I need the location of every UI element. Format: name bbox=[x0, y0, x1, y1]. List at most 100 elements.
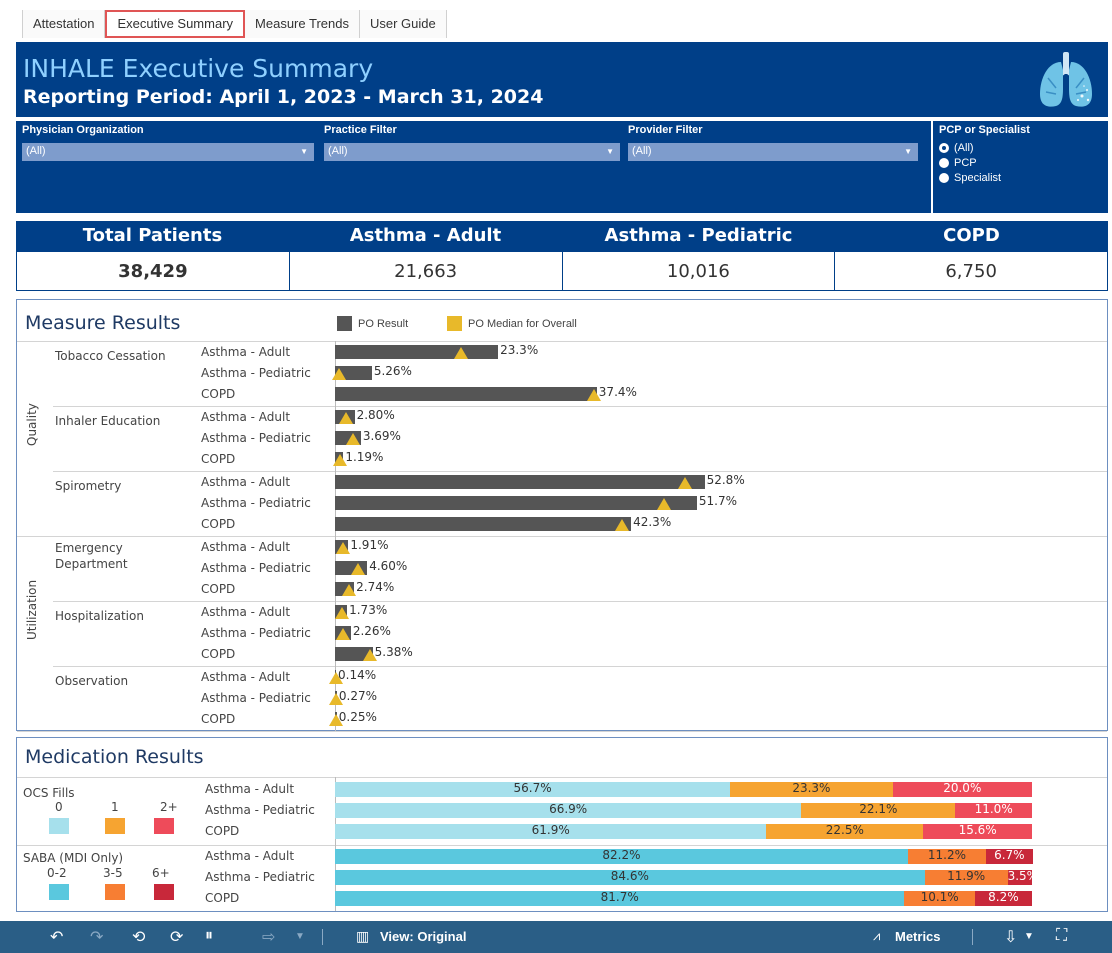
kpi-label-asthma-pediatric: Asthma - Pediatric bbox=[604, 225, 793, 246]
kpi-label-asthma-adult: Asthma - Adult bbox=[349, 225, 502, 246]
legend-label-result: PO Result bbox=[358, 317, 409, 330]
median-marker bbox=[336, 542, 351, 554]
submeasure-label: Spirometry bbox=[55, 479, 122, 493]
saba-segment-label: 3.5% bbox=[1007, 869, 1039, 883]
radio-all[interactable]: (All) bbox=[939, 142, 1099, 154]
legend-label-median: PO Median for Overall bbox=[468, 317, 577, 330]
revert-icon[interactable]: ⟲ bbox=[132, 927, 145, 947]
reporting-period: Reporting Period: April 1, 2023 - March … bbox=[23, 86, 544, 108]
undo-icon[interactable]: ↶ bbox=[50, 927, 63, 947]
provider-filter-dropdown[interactable]: (All) ▼ bbox=[628, 143, 918, 161]
lungs-icon bbox=[1040, 52, 1092, 107]
medication-results-panel: Medication Results OCS Fills 0 1 2+ SABA (MD… bbox=[16, 737, 1108, 912]
pcp-specialist-filter: PCP or Specialist (All) PCP Specialist bbox=[939, 124, 1099, 184]
ocs-segment-label: 22.1% bbox=[859, 802, 898, 816]
ocs-segment-label: 61.9% bbox=[531, 823, 570, 837]
ocs-segment-label: 22.5% bbox=[825, 823, 864, 837]
radio-specialist-label: Specialist bbox=[954, 172, 1002, 184]
saba-segment-label: 81.7% bbox=[600, 890, 639, 904]
row-label: Asthma - Pediatric bbox=[201, 626, 311, 640]
bar-value-label: 0.27% bbox=[338, 689, 377, 703]
radio-pcp[interactable]: PCP bbox=[939, 157, 1099, 169]
chevron-down-icon[interactable]: ▼ bbox=[295, 931, 305, 942]
kpi-header-row: Total Patients Asthma - Adult Asthma - P… bbox=[16, 221, 1108, 251]
kpi-value-total: 38,429 bbox=[17, 252, 290, 290]
metrics-button[interactable]: Metrics bbox=[895, 929, 941, 944]
median-marker bbox=[342, 584, 356, 596]
row-label: Asthma - Pediatric bbox=[201, 691, 311, 705]
ocs-segment-label: 23.3% bbox=[792, 781, 831, 795]
group-divider bbox=[53, 601, 1107, 602]
ocs-key-swatch bbox=[105, 818, 125, 834]
redo-icon[interactable]: ↷ bbox=[90, 927, 103, 947]
tab-user-guide[interactable]: User Guide bbox=[359, 10, 447, 38]
median-marker bbox=[678, 477, 692, 489]
legend-po-result: PO Result bbox=[337, 316, 408, 331]
row-label: Asthma - Pediatric bbox=[201, 366, 311, 380]
chevron-down-icon[interactable]: ▼ bbox=[1024, 931, 1034, 942]
pause-updates-icon[interactable]: ⏸ bbox=[205, 927, 213, 945]
row-label: COPD bbox=[201, 452, 236, 466]
filter-divider bbox=[931, 121, 933, 213]
ocs-fills-label: OCS Fills bbox=[23, 786, 75, 800]
ocs-segment-label: 66.9% bbox=[549, 802, 588, 816]
submeasure-label: Hospitalization bbox=[55, 609, 144, 623]
practice-filter-dropdown[interactable]: (All) ▼ bbox=[324, 143, 620, 161]
view-original-button[interactable]: View: Original bbox=[380, 929, 466, 944]
ocs-segment-label: 56.7% bbox=[513, 781, 552, 795]
physician-organization-label: Physician Organization bbox=[22, 124, 144, 136]
ocs-key-swatch bbox=[49, 818, 69, 834]
saba-segment-label: 6.7% bbox=[994, 848, 1025, 862]
row-label: Asthma - Adult bbox=[205, 849, 295, 863]
ocs-segment-label: 15.6% bbox=[958, 823, 997, 837]
physician-organization-dropdown[interactable]: (All) ▼ bbox=[22, 143, 314, 161]
kpi-value-asthma-adult: 21,663 bbox=[290, 252, 563, 290]
provider-filter: Provider Filter (All) ▼ bbox=[628, 124, 918, 161]
ocs-key-label: 0 bbox=[55, 800, 63, 814]
tab-attestation[interactable]: Attestation bbox=[22, 10, 106, 38]
row-label: Asthma - Pediatric bbox=[201, 496, 311, 510]
practice-filter-value: (All) bbox=[328, 145, 348, 157]
radio-all-label: (All) bbox=[954, 142, 974, 154]
radio-specialist[interactable]: Specialist bbox=[939, 172, 1099, 184]
row-label: Asthma - Pediatric bbox=[201, 561, 311, 575]
bar-value-label: 51.7% bbox=[698, 494, 738, 508]
bar-value-label: 2.26% bbox=[352, 624, 391, 638]
submeasure-label: Department bbox=[55, 557, 128, 571]
refresh-data-icon[interactable]: ⟳ bbox=[170, 927, 183, 947]
group-divider bbox=[53, 471, 1107, 472]
metrics-icon: ⩘ bbox=[873, 928, 881, 943]
ocs-key-label: 2+ bbox=[160, 800, 178, 814]
row-label: COPD bbox=[201, 647, 236, 661]
tab-measure-trends[interactable]: Measure Trends bbox=[245, 10, 360, 38]
bar-value-label: 52.8% bbox=[706, 473, 745, 487]
fullscreen-icon[interactable]: ⛶ bbox=[1056, 927, 1067, 945]
kpi-value-row: 38,429 21,663 10,016 6,750 bbox=[16, 251, 1108, 291]
chevron-down-icon: ▼ bbox=[606, 147, 614, 156]
legend-swatch-median bbox=[447, 316, 462, 331]
saba-segment-label: 11.2% bbox=[927, 848, 967, 862]
row-label: Asthma - Pediatric bbox=[201, 431, 311, 445]
share-link-icon[interactable]: ⇨ bbox=[262, 927, 275, 947]
row-label: Asthma - Adult bbox=[201, 540, 291, 554]
row-label: COPD bbox=[205, 824, 240, 838]
median-marker bbox=[454, 347, 468, 359]
median-marker bbox=[338, 412, 353, 424]
download-icon[interactable]: ⇩ bbox=[1004, 927, 1017, 947]
row-label: COPD bbox=[201, 387, 236, 401]
result-bar bbox=[335, 387, 597, 401]
radio-selected-icon bbox=[939, 143, 949, 153]
row-label: Asthma - Pediatric bbox=[205, 803, 315, 817]
submeasure-label: Tobacco Cessation bbox=[55, 349, 166, 363]
group-divider bbox=[17, 341, 1107, 342]
result-bar bbox=[335, 475, 705, 489]
tab-executive-summary[interactable]: Executive Summary bbox=[105, 10, 246, 38]
radio-unselected-icon bbox=[939, 173, 949, 183]
practice-filter-label: Practice Filter bbox=[324, 124, 397, 136]
section-divider bbox=[17, 777, 1107, 778]
median-marker bbox=[331, 368, 346, 380]
bar-value-label: 4.60% bbox=[369, 559, 408, 573]
saba-segment-label: 84.6% bbox=[610, 869, 649, 883]
row-label: Asthma - Pediatric bbox=[205, 870, 315, 884]
group-divider bbox=[17, 731, 1107, 732]
